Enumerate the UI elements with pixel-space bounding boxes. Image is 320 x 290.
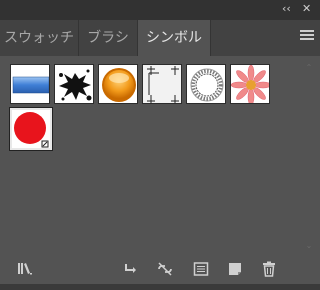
orange-orb-symbol[interactable] — [98, 64, 138, 104]
ink-splat-icon — [59, 69, 92, 101]
red-circle-icon — [14, 112, 49, 148]
delete-symbol-icon[interactable] — [260, 260, 278, 278]
dotted-ring-symbol[interactable] — [186, 64, 226, 104]
symbols-scrollbar[interactable]: ⌃ ⌄ — [304, 64, 314, 250]
crop-marks-icon — [143, 65, 181, 103]
tab-brushes[interactable]: ブラシ — [79, 20, 138, 56]
panel-footer-toolbar — [0, 256, 320, 284]
place-symbol-instance-icon[interactable] — [122, 260, 140, 278]
symbol-libraries-menu-icon[interactable] — [16, 260, 34, 278]
panel-bottom-edge — [0, 284, 320, 290]
dotted-ring-icon — [190, 68, 224, 102]
panel-tab-bar: スウォッチ ブラシ シンボル — [0, 20, 320, 56]
tab-symbols[interactable]: シンボル — [138, 20, 211, 56]
break-link-icon[interactable] — [156, 260, 174, 278]
tab-swatches[interactable]: スウォッチ — [0, 20, 79, 56]
blue-gradient-bar-symbol[interactable] — [10, 64, 50, 104]
panel-menu-icon[interactable] — [300, 30, 314, 44]
red-circle-symbol[interactable] — [9, 107, 53, 151]
collapse-panel-button[interactable]: ‹‹ — [282, 2, 291, 16]
orange-orb-icon — [102, 68, 136, 102]
pink-flower-symbol[interactable] — [230, 64, 270, 104]
symbols-panel: ‹‹ ✕ スウォッチ ブラシ シンボル ⌃ ⌄ — [0, 0, 320, 290]
black-ink-splat-symbol[interactable] — [54, 64, 94, 104]
panel-title-bar: ‹‹ ✕ — [0, 0, 320, 20]
scroll-up-arrow-icon[interactable]: ⌃ — [304, 64, 314, 72]
scroll-down-arrow-icon[interactable]: ⌄ — [304, 242, 314, 250]
flower-icon — [231, 65, 269, 103]
blue-gradient-bar-icon — [12, 76, 49, 94]
close-panel-button[interactable]: ✕ — [302, 2, 311, 16]
symbol-options-icon[interactable] — [192, 260, 210, 278]
crop-marks-symbol[interactable] — [142, 64, 182, 104]
new-symbol-icon[interactable] — [226, 260, 244, 278]
